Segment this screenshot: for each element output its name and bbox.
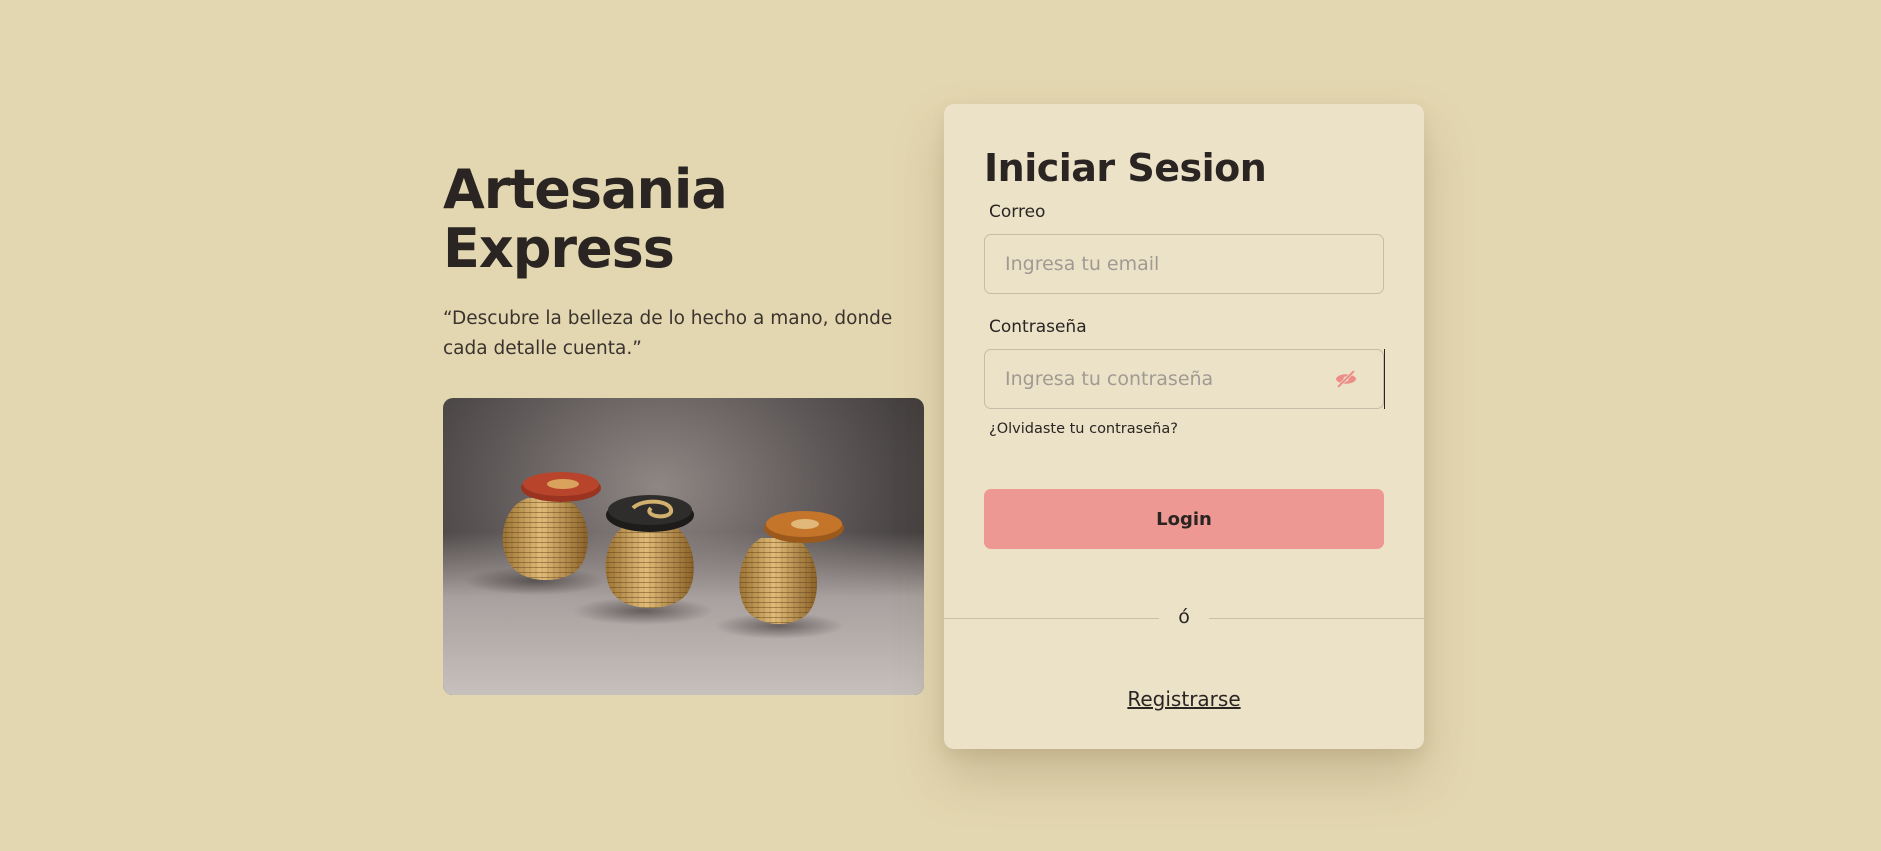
hero-section: Artesania Express “Descubre la belleza d… xyxy=(443,160,928,695)
brand-title: Artesania Express xyxy=(443,160,928,278)
brand-title-line2: Express xyxy=(443,217,675,280)
eye-slash-icon[interactable] xyxy=(1335,368,1357,390)
brand-title-line1: Artesania xyxy=(443,158,728,221)
login-card: Iniciar Sesion Correo Contraseña ¿Olvida… xyxy=(944,104,1424,749)
password-label: Contraseña xyxy=(989,317,1087,337)
email-label: Correo xyxy=(989,202,1046,222)
password-field[interactable] xyxy=(984,349,1384,409)
register-link[interactable]: Registrarse xyxy=(1127,687,1240,711)
basket-black xyxy=(605,495,694,608)
register-container: Registrarse xyxy=(944,687,1424,711)
email-field[interactable] xyxy=(984,234,1384,294)
divider-text: ó xyxy=(1178,606,1190,628)
divider-right xyxy=(1209,618,1424,619)
text-caret xyxy=(1383,349,1385,409)
baskets-image xyxy=(443,398,924,695)
password-field-wrapper xyxy=(984,349,1385,409)
forgot-password-link[interactable]: ¿Olvidaste tu contraseña? xyxy=(989,421,1178,437)
login-title: Iniciar Sesion xyxy=(984,146,1267,190)
brand-quote: “Descubre la belleza de lo hecho a mano,… xyxy=(443,308,893,359)
basket-red xyxy=(502,472,601,580)
basket-orange xyxy=(739,511,844,624)
login-button[interactable]: Login xyxy=(984,489,1384,549)
